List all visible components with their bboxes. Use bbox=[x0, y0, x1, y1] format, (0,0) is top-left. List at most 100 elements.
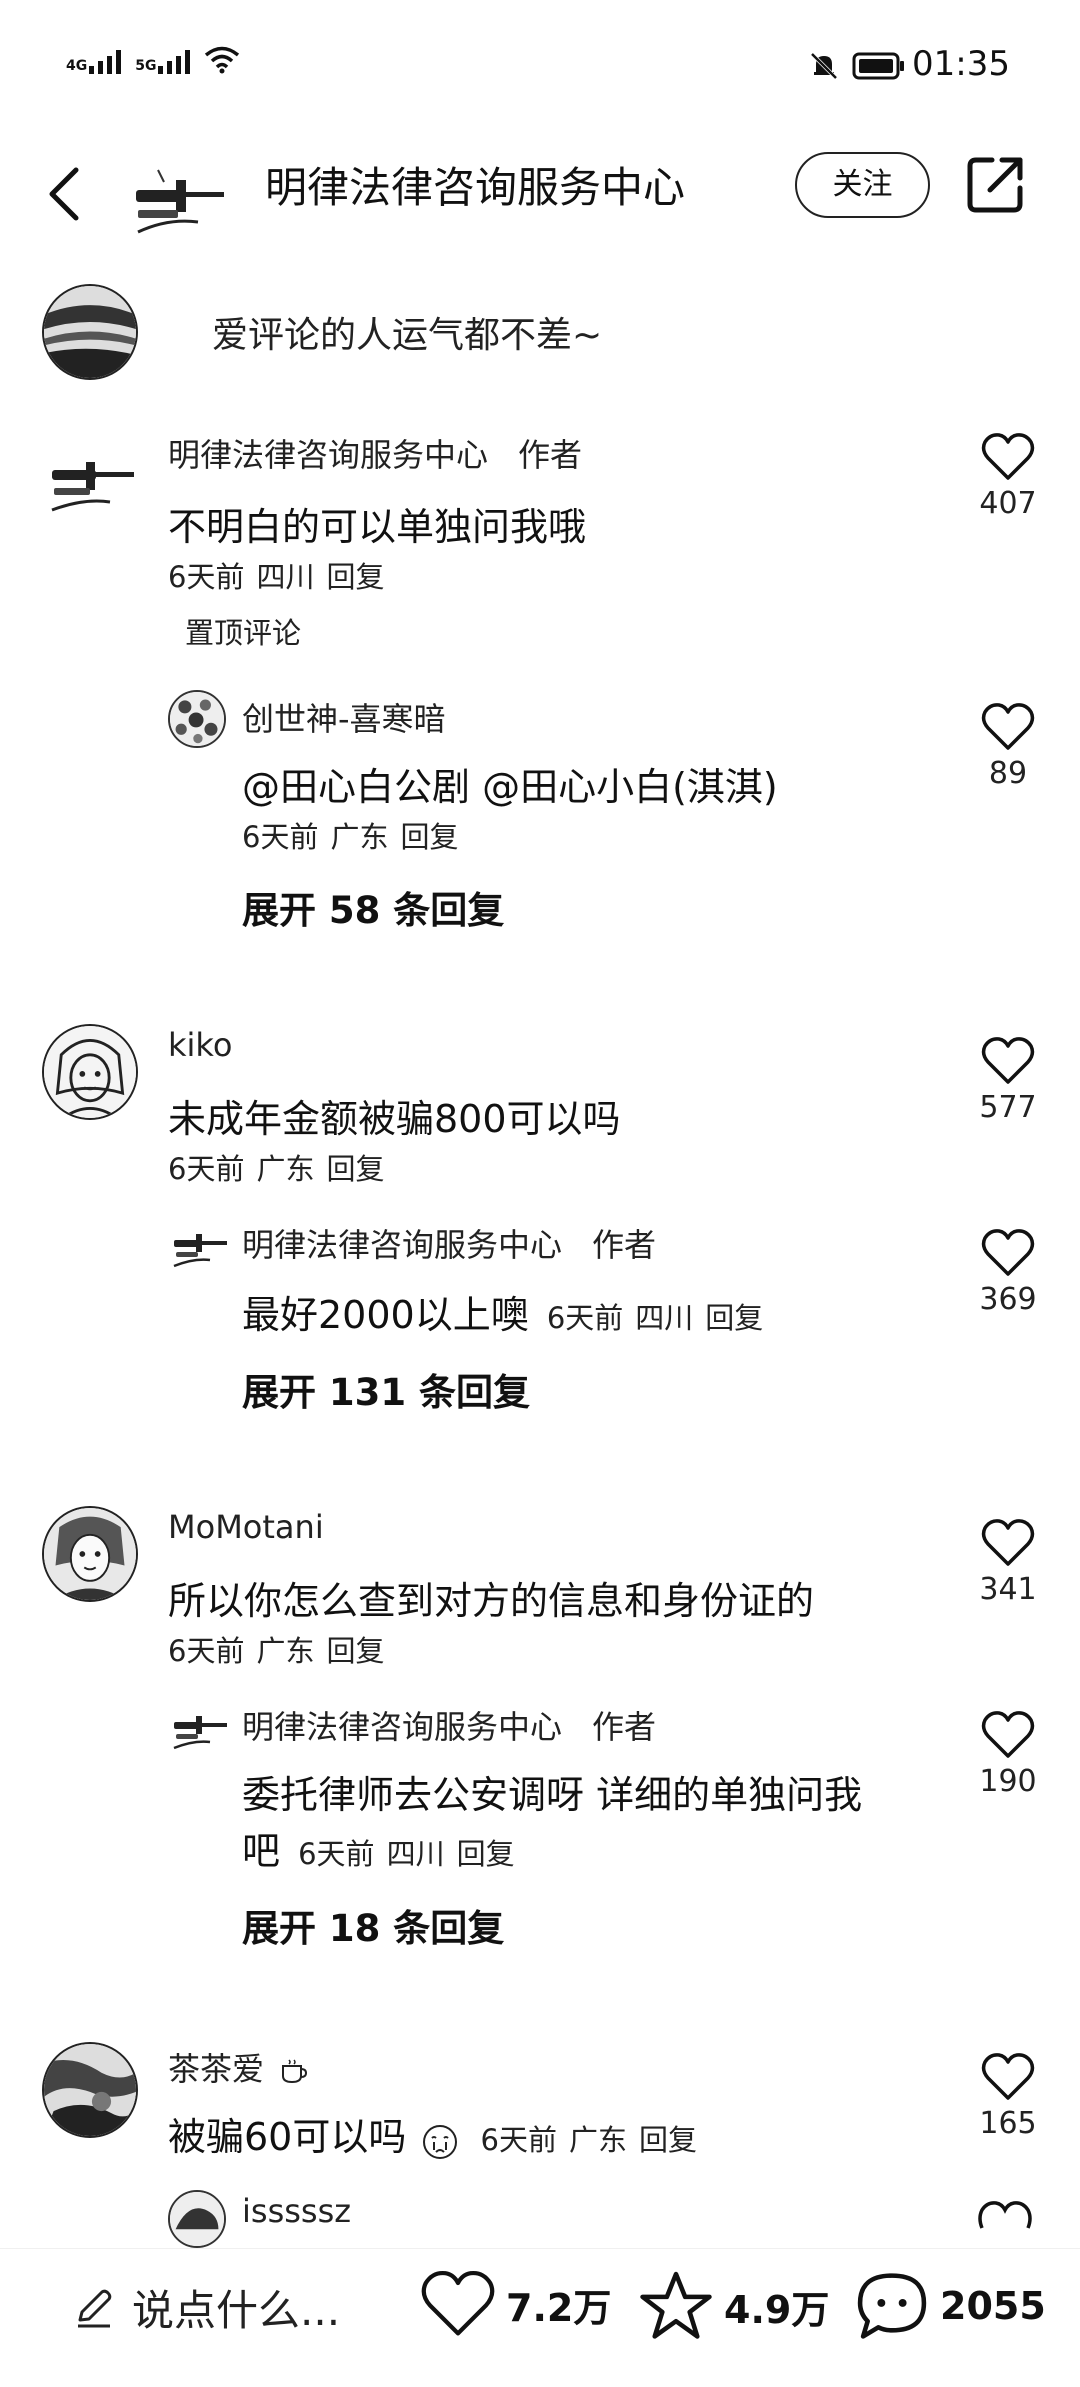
favorite-button[interactable]: 4.9万 bbox=[638, 2269, 829, 2343]
clock: 01:35 bbox=[912, 44, 1010, 84]
reply-button[interactable]: 回复 bbox=[639, 2123, 697, 2157]
favorite-count: 4.9万 bbox=[724, 2287, 830, 2332]
network-4g-label: 4G bbox=[66, 58, 88, 74]
comment-text[interactable]: 不明白的可以单独问我哦 bbox=[168, 496, 586, 551]
comment-location: 四川 bbox=[256, 560, 315, 594]
reply-username[interactable]: isssssz bbox=[242, 2192, 351, 2230]
share-icon[interactable] bbox=[964, 152, 1028, 216]
heart-icon[interactable] bbox=[981, 702, 1035, 752]
reply-button[interactable]: 回复 bbox=[457, 1837, 515, 1871]
heart-icon[interactable] bbox=[981, 1710, 1035, 1760]
mute-bell-icon bbox=[810, 52, 838, 80]
reply-avatar[interactable] bbox=[170, 1224, 230, 1270]
reply-username[interactable]: 创世神-喜寒暗 bbox=[242, 694, 446, 740]
author-badge: 作者 bbox=[592, 1226, 657, 1264]
username-text[interactable]: 明律法律咨询服务中心 bbox=[242, 1708, 562, 1746]
reply-text[interactable]: @田心白公剧 @田心小白(淇淇) bbox=[242, 756, 778, 811]
heart-icon[interactable] bbox=[981, 1228, 1035, 1278]
like-count: 407 bbox=[979, 486, 1037, 521]
comment-text[interactable]: 未成年金额被骗800可以吗 bbox=[168, 1088, 621, 1143]
teacup-emoji-icon bbox=[282, 2059, 308, 2084]
reply-username[interactable]: 明律法律咨询服务中心 作者 bbox=[242, 1220, 656, 1266]
comment-text[interactable]: 所以你怎么查到对方的信息和身份证的 bbox=[168, 1570, 814, 1625]
like-button[interactable]: 407 bbox=[968, 432, 1048, 521]
heart-icon[interactable] bbox=[981, 1036, 1035, 1086]
like-button[interactable]: 577 bbox=[968, 1036, 1048, 1125]
like-count: 165 bbox=[979, 2106, 1037, 2141]
comment-meta: 6天前 广东 回复 bbox=[481, 2123, 697, 2157]
signal-5g-icon: 5G bbox=[135, 50, 191, 74]
reply-text-continued[interactable]: 吧 bbox=[242, 1829, 280, 1873]
reply-avatar[interactable] bbox=[168, 2190, 226, 2248]
author-avatar[interactable] bbox=[128, 160, 228, 240]
reply-button[interactable]: 回复 bbox=[400, 820, 458, 854]
username-text[interactable]: 明律法律咨询服务中心 bbox=[242, 1226, 562, 1264]
comment-username[interactable]: 明律法律咨询服务中心 作者 bbox=[168, 430, 582, 476]
comment-text[interactable]: 被骗60可以吗 bbox=[168, 2115, 406, 2159]
reply-text-row: 最好2000以上噢 6天前 四川 回复 bbox=[242, 1284, 763, 1339]
comment-meta: 6天前 广东 回复 bbox=[168, 1146, 384, 1188]
reply-like-button[interactable]: 369 bbox=[968, 1228, 1048, 1317]
username-text[interactable]: 明律法律咨询服务中心 bbox=[168, 436, 488, 474]
heart-icon[interactable] bbox=[981, 432, 1035, 482]
signal-indicators: 4G 5G bbox=[66, 46, 240, 74]
bottom-action-bar: 说点什么... 7.2万 4.9万 2055 bbox=[0, 2248, 1080, 2368]
page-title[interactable]: 明律法律咨询服务中心 bbox=[265, 158, 685, 218]
reply-avatar[interactable] bbox=[168, 690, 226, 748]
reply-button[interactable]: 回复 bbox=[326, 560, 384, 594]
like-post-button[interactable]: 7.2万 bbox=[420, 2269, 611, 2339]
username-text[interactable]: 茶茶爱 bbox=[168, 2050, 264, 2088]
author-badge: 作者 bbox=[518, 436, 583, 474]
reply-meta: 6天前 四川 回复 bbox=[547, 1301, 763, 1335]
comment-username[interactable]: MoMotani bbox=[168, 1508, 324, 1546]
comment-prompt-row[interactable]: 爱评论的人运气都不差~ bbox=[0, 282, 1080, 382]
expand-replies-button[interactable]: 展开 131 条回复 bbox=[242, 1362, 530, 1416]
reply-button[interactable]: 回复 bbox=[326, 1634, 384, 1668]
comment-location: 广东 bbox=[256, 1634, 315, 1668]
comment-input[interactable]: 说点什么... bbox=[72, 2277, 340, 2338]
comments-button[interactable]: 2055 bbox=[854, 2269, 1046, 2343]
like-button[interactable]: 341 bbox=[968, 1518, 1048, 1607]
comment-bubble-icon[interactable] bbox=[854, 2269, 930, 2343]
heart-icon[interactable] bbox=[981, 2052, 1035, 2102]
comment-time: 6天前 bbox=[168, 560, 245, 594]
reply-username[interactable]: 明律法律咨询服务中心 作者 bbox=[242, 1702, 656, 1748]
reply-like-button[interactable]: 190 bbox=[968, 1710, 1048, 1799]
comment-username[interactable]: 茶茶爱 bbox=[168, 2044, 308, 2090]
comment-avatar[interactable] bbox=[44, 446, 140, 518]
reply-text[interactable]: 最好2000以上噢 bbox=[242, 1293, 529, 1337]
heart-icon[interactable] bbox=[420, 2269, 496, 2339]
comment-avatar[interactable] bbox=[42, 2042, 138, 2138]
back-arrow-icon[interactable] bbox=[40, 158, 90, 228]
reply-like-button[interactable]: 89 bbox=[968, 702, 1048, 791]
expand-replies-button[interactable]: 展开 58 条回复 bbox=[242, 880, 504, 934]
follow-button[interactable]: 关注 bbox=[795, 152, 930, 218]
expand-replies-button[interactable]: 展开 18 条回复 bbox=[242, 1898, 504, 1952]
reply-location: 四川 bbox=[386, 1837, 445, 1871]
comment-input-placeholder[interactable]: 说点什么... bbox=[132, 2277, 340, 2338]
comment-time: 6天前 bbox=[168, 1634, 245, 1668]
comment-time: 6天前 bbox=[168, 1152, 245, 1186]
star-icon[interactable] bbox=[638, 2269, 714, 2343]
comment-time: 6天前 bbox=[480, 2123, 557, 2157]
reply-avatar[interactable] bbox=[170, 1706, 230, 1752]
comment-text-row: 被骗60可以吗 6天前 广东 回复 bbox=[168, 2106, 697, 2162]
reply-button[interactable]: 回复 bbox=[705, 1301, 763, 1335]
comment-meta: 6天前 四川 回复 bbox=[168, 554, 384, 596]
battery-icon bbox=[852, 52, 904, 80]
heart-icon[interactable] bbox=[978, 2200, 1032, 2230]
comment-avatar[interactable] bbox=[42, 1024, 138, 1120]
like-button[interactable]: 165 bbox=[968, 2052, 1048, 2141]
crying-emoji-icon bbox=[423, 2124, 458, 2159]
reply-text[interactable]: 委托律师去公安调呀 详细的单独问我 bbox=[242, 1764, 862, 1819]
heart-icon[interactable] bbox=[981, 1518, 1035, 1568]
like-count: 341 bbox=[979, 1572, 1037, 1607]
pencil-icon bbox=[78, 2289, 112, 2327]
reply-meta: 6天前 四川 回复 bbox=[298, 1837, 514, 1871]
comment-avatar[interactable] bbox=[42, 1506, 138, 1602]
reply-button[interactable]: 回复 bbox=[326, 1152, 384, 1186]
comment-username[interactable]: kiko bbox=[168, 1026, 232, 1064]
post-like-count: 7.2万 bbox=[506, 2285, 612, 2330]
reply-time: 6天前 bbox=[546, 1301, 624, 1335]
comment-count: 2055 bbox=[940, 2284, 1046, 2328]
